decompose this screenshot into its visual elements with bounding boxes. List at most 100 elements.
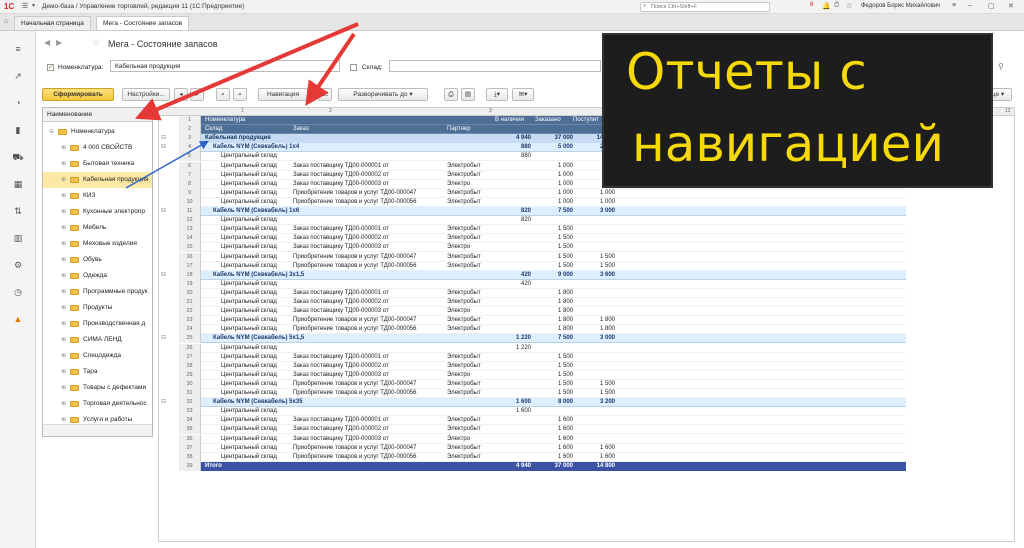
warning-icon[interactable]: ▲ xyxy=(12,313,24,325)
report-row[interactable]: 32 ⊟ Кабель NYM (Севкабель) 5х35 1 600 8 000… xyxy=(159,398,1014,408)
report-row[interactable]: 33 Центральный склад 1 600 xyxy=(159,407,1014,417)
main-menu-icon[interactable]: ≡ xyxy=(12,43,24,55)
expand-toggle-icon[interactable]: ⊕ xyxy=(61,368,66,375)
report-row[interactable]: 34 Центральный склад Заказ поставщику ТД00… xyxy=(159,416,1014,426)
tree-scrollbar[interactable] xyxy=(43,424,152,436)
report-row[interactable]: 12 Центральный склад 820 xyxy=(159,216,1014,226)
home-icon[interactable]: ⌂ xyxy=(4,18,8,25)
report-row[interactable]: 23 Центральный склад Приобретение товаров … xyxy=(159,316,1014,326)
collapse-group-icon[interactable]: ⊟ xyxy=(161,271,171,280)
forward-icon[interactable]: ▶ xyxy=(56,38,62,47)
expand-toggle-icon[interactable]: ⊕ xyxy=(61,208,66,215)
report-row[interactable]: 11 ⊟ Кабель NYM (Севкабель) 1х6 820 7 500 3 0… xyxy=(159,207,1014,216)
tree-item[interactable]: ⊕ Мебель xyxy=(43,220,152,236)
report-row[interactable]: 29 Центральный склад Заказ поставщику ТД00… xyxy=(159,370,1014,380)
expand-toggle-icon[interactable]: ⊕ xyxy=(61,336,66,343)
tab-stock-report[interactable]: Мега - Состояние запасов xyxy=(96,16,190,30)
expand-to-button[interactable]: Разворачивать до ▾ xyxy=(338,88,428,101)
tree-item[interactable]: ⊕ Товары с дефектами xyxy=(43,380,152,396)
report-row[interactable]: 35 Центральный склад Заказ поставщику ТД00… xyxy=(159,425,1014,435)
tree-item[interactable]: ⊕ Производственная д xyxy=(43,316,152,332)
report-row[interactable]: 13 Центральный склад Заказ поставщику ТД00… xyxy=(159,225,1014,235)
expand-toggle-icon[interactable]: ⊕ xyxy=(61,416,66,423)
global-search[interactable]: ⌕ xyxy=(640,2,770,12)
warehouse-icon[interactable]: ▦ xyxy=(12,178,24,190)
close-icon[interactable]: ✕ xyxy=(1008,2,1014,10)
report-row[interactable]: 14 Центральный склад Заказ поставщику ТД00… xyxy=(159,234,1014,244)
clock-icon[interactable]: ◷ xyxy=(12,286,24,298)
global-search-input[interactable] xyxy=(641,3,751,11)
bar-chart-icon[interactable]: ▥ xyxy=(12,232,24,244)
expand-toggle-icon[interactable]: ⊕ xyxy=(61,144,66,151)
report-row[interactable]: 38 Центральный склад Приобретение товаров … xyxy=(159,452,1014,462)
report-row[interactable]: 16 Центральный склад Приобретение товаров … xyxy=(159,252,1014,262)
tree-item[interactable]: ⊕ Программные продук xyxy=(43,284,152,300)
expand-toggle-icon[interactable]: ⊕ xyxy=(61,288,66,295)
tree-item[interactable]: ⊕ Кухонные электропр xyxy=(43,204,152,220)
dropdown-icon[interactable]: ▾ xyxy=(32,2,35,9)
nomenclature-filter-field[interactable]: Кабельная продукция xyxy=(110,60,340,72)
expand-toggle-icon[interactable]: ⊖ xyxy=(49,128,54,135)
report-row[interactable]: 17 Центральный склад Приобретение товаров … xyxy=(159,261,1014,271)
report-row[interactable]: 22 Центральный склад Заказ поставщику ТД00… xyxy=(159,307,1014,317)
transfers-icon[interactable]: ⇅ xyxy=(12,205,24,217)
groups-button[interactable]: ☷ xyxy=(318,88,332,101)
pie-icon[interactable]: ◔ xyxy=(12,97,24,109)
tree-item[interactable]: ⊕ Одежда xyxy=(43,268,152,284)
tree-item[interactable]: ⊕ Бытовая техника xyxy=(43,156,152,172)
report-row[interactable]: 24 Центральный склад Приобретение товаров … xyxy=(159,325,1014,335)
bag-icon[interactable]: ▮ xyxy=(12,124,24,136)
nomenclature-filter-checkbox[interactable]: ✓ xyxy=(47,64,54,71)
tree-item[interactable]: ⊕ КИЗ xyxy=(43,188,152,204)
expand-toggle-icon[interactable]: ⊕ xyxy=(61,400,66,407)
nav-back-button[interactable]: ◂ xyxy=(174,88,188,101)
collapse-group-icon[interactable]: ⊟ xyxy=(161,134,171,143)
print-button[interactable]: ⎙ xyxy=(444,88,458,101)
preview-button[interactable]: ▤ xyxy=(461,88,475,101)
report-row[interactable]: 26 Центральный склад 1 220 xyxy=(159,343,1014,353)
report-row[interactable]: 28 Центральный склад Заказ поставщику ТД00… xyxy=(159,361,1014,371)
maximize-icon[interactable]: ▢ xyxy=(988,2,995,10)
sales-chart-icon[interactable]: ↗ xyxy=(12,70,24,82)
tab-home[interactable]: Начальная страница xyxy=(14,16,91,30)
menu-icon[interactable]: ☰ xyxy=(22,2,28,10)
report-row[interactable]: 36 Центральный склад Заказ поставщику ТД00… xyxy=(159,434,1014,444)
report-row[interactable]: 18 ⊟ Кабель NYM (Севкабель) 3х1,5 420 9 000 3… xyxy=(159,270,1014,280)
collapse-group-icon[interactable]: ⊟ xyxy=(161,143,171,152)
bell-icon[interactable]: 🔔 xyxy=(822,2,831,10)
expand-toggle-icon[interactable]: ⊕ xyxy=(61,224,66,231)
star-icon[interactable]: ☆ xyxy=(846,2,852,10)
gear-icon[interactable]: ⚙ xyxy=(12,259,24,271)
expand-toggle-icon[interactable]: ⊕ xyxy=(61,240,66,247)
report-row[interactable]: 21 Центральный склад Заказ поставщику ТД00… xyxy=(159,298,1014,307)
warehouse-filter-checkbox[interactable] xyxy=(350,64,357,71)
back-icon[interactable]: ◀ xyxy=(44,38,50,47)
expand-toggle-icon[interactable]: ⊕ xyxy=(61,384,66,391)
tree-item[interactable]: ⊕ СИМА ЛЕНД xyxy=(43,332,152,348)
report-row[interactable]: 19 Центральный склад 420 xyxy=(159,279,1014,289)
expand-toggle-icon[interactable]: ⊕ xyxy=(61,176,66,183)
tree-item[interactable]: ⊕ 4 000 СВОЙСТВ xyxy=(43,140,152,156)
report-row[interactable]: 25 ⊟ Кабель NYM (Севкабель) 5х1,5 1 220 7 50… xyxy=(159,334,1014,344)
report-row[interactable]: 9 Центральный склад Приобретение товаров и… xyxy=(159,188,1014,198)
report-row[interactable]: 39 Итого 4 940 37 000 14 800 xyxy=(159,461,1014,471)
tree-item[interactable]: ⊖ Номенклатура xyxy=(43,124,152,140)
expand-toggle-icon[interactable]: ⊕ xyxy=(61,320,66,327)
report-row[interactable]: 27 Центральный склад Заказ поставщику ТД00… xyxy=(159,352,1014,362)
expand-toggle-icon[interactable]: ⊕ xyxy=(61,256,66,263)
collapse-group-icon[interactable]: ⊟ xyxy=(161,334,171,343)
notifications-badge[interactable]: 6 xyxy=(810,2,813,8)
report-row[interactable]: 15 Центральный склад Заказ поставщику ТД00… xyxy=(159,243,1014,253)
report-row[interactable]: 30 Центральный склад Приобретение товаров … xyxy=(159,379,1014,389)
navigation-button[interactable]: Навигация xyxy=(258,88,308,101)
report-row[interactable]: 10 Центральный склад Приобретение товаров … xyxy=(159,197,1014,207)
nav-forward-button[interactable]: ▸ xyxy=(190,88,204,101)
expand-toggle-icon[interactable]: ⊕ xyxy=(61,352,66,359)
user-name[interactable]: Федоров Борис Михайлович xyxy=(861,3,940,9)
filter-icon[interactable]: ⚲ xyxy=(998,62,1004,71)
tree-item[interactable]: ⊕ Торговая деятельнос xyxy=(43,396,152,412)
expand-toggle-icon[interactable]: ⊕ xyxy=(61,160,66,167)
save-button[interactable]: ⤓▾ xyxy=(486,88,508,101)
expand-toggle-icon[interactable]: ⊕ xyxy=(61,192,66,199)
generate-button[interactable]: Сформировать xyxy=(42,88,114,101)
